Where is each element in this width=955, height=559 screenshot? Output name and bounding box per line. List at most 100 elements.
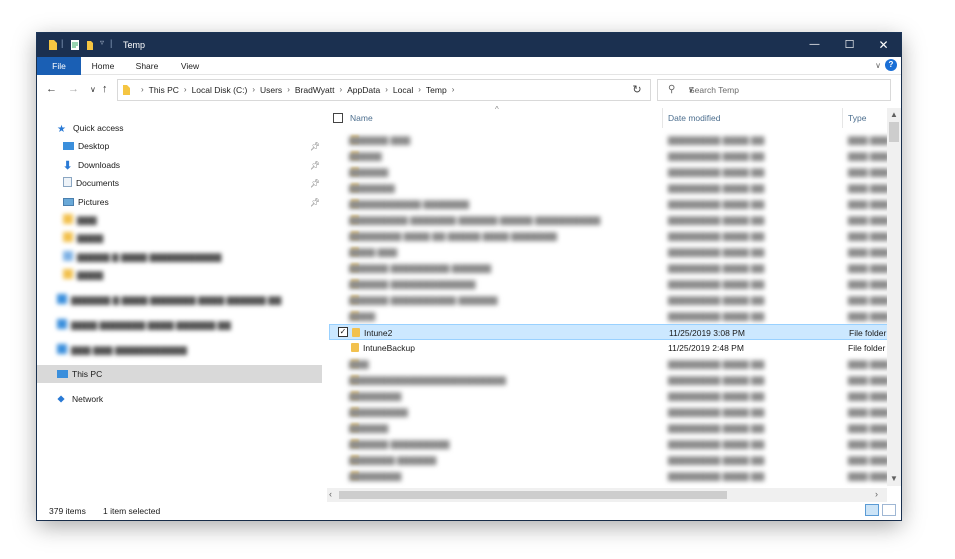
- pictures-icon: [63, 198, 74, 206]
- file-row-obscured[interactable]: ▇▇▇▇▇▇ ▇▇▇▇▇▇▇▇▇▇ ▇▇▇▇▇▇ ▇▇▇▇▇▇▇▇ ▇▇▇▇ ▇▇…: [329, 292, 890, 308]
- file-row-intunebackup[interactable]: IntuneBackup 11/25/2019 2:48 PM File fol…: [329, 340, 889, 356]
- maximize-button[interactable]: ☐: [832, 33, 867, 57]
- breadcrumb-appdata[interactable]: AppData: [347, 85, 380, 95]
- back-arrow-icon[interactable]: ←: [46, 83, 57, 95]
- nav-item-obscured[interactable]: ▇▇▇▇ ▇▇▇▇▇▇▇ ▇▇▇▇ ▇▇▇▇▇▇ ▇▇: [57, 316, 231, 334]
- new-folder-icon[interactable]: [86, 39, 96, 51]
- file-row-obscured[interactable]: ▇▇▇▇▇▇▇ ▇▇▇▇▇▇ ▇▇▇▇▇▇▇▇ ▇▇▇▇ ▇▇ ▇▇▇ ▇▇▇: [329, 452, 890, 468]
- column-divider[interactable]: [662, 108, 663, 128]
- desktop-icon: [63, 142, 74, 150]
- column-header-date-modified[interactable]: Date modified: [668, 108, 720, 128]
- file-row-obscured[interactable]: ▇▇▇▇▇▇▇▇ ▇▇▇▇▇▇▇▇ ▇▇▇▇ ▇▇ ▇▇▇ ▇▇▇: [329, 468, 890, 484]
- file-row-obscured[interactable]: ▇▇▇▇▇ ▇▇▇▇▇▇▇▇ ▇▇▇▇ ▇▇ ▇▇▇ ▇▇▇: [329, 148, 890, 164]
- pin-icon: 📌︎: [310, 198, 321, 207]
- forward-arrow-icon[interactable]: →: [68, 83, 79, 95]
- breadcrumb-this-pc[interactable]: This PC: [149, 85, 179, 95]
- nav-item-obscured[interactable]: ▇▇▇: [63, 211, 97, 229]
- column-divider[interactable]: [842, 108, 843, 128]
- scroll-up-icon[interactable]: ▲: [890, 110, 898, 119]
- breadcrumb-chevron-icon[interactable]: ›: [452, 85, 455, 95]
- help-icon[interactable]: ?: [885, 59, 897, 71]
- file-row-obscured[interactable]: ▇▇▇▇▇▇▇ ▇▇▇▇▇▇▇▇ ▇▇▇▇ ▇▇ ▇▇▇ ▇▇▇: [329, 180, 890, 196]
- row-checkbox[interactable]: ✓: [338, 327, 348, 337]
- tab-file[interactable]: File: [37, 57, 81, 75]
- column-header-type[interactable]: Type: [848, 108, 866, 128]
- nav-this-pc[interactable]: This PC: [37, 365, 322, 383]
- properties-icon[interactable]: [70, 39, 80, 51]
- breadcrumb-local-disk[interactable]: Local Disk (C:): [192, 85, 248, 95]
- file-type: File folder: [848, 343, 886, 353]
- nav-quick-access[interactable]: ★ Quick access: [57, 119, 124, 137]
- search-placeholder: Search Temp: [689, 85, 739, 95]
- file-row-obscured[interactable]: ▇▇▇▇▇▇▇▇ ▇▇▇▇ ▇▇ ▇▇▇▇▇ ▇▇▇▇ ▇▇▇▇▇▇▇ ▇▇▇▇▇…: [329, 228, 890, 244]
- breadcrumb-user[interactable]: BradWyatt: [295, 85, 335, 95]
- nav-item-obscured[interactable]: ▇▇▇▇▇ ▇ ▇▇▇▇ ▇▇▇▇▇▇▇▇▇▇▇: [63, 248, 221, 266]
- customize-quick-access-icon[interactable]: ▿: [100, 38, 104, 47]
- breadcrumb-users[interactable]: Users: [260, 85, 282, 95]
- nav-item-obscured[interactable]: ▇▇▇▇: [63, 266, 103, 284]
- large-icons-view-icon[interactable]: [882, 504, 896, 516]
- tab-share[interactable]: Share: [129, 57, 165, 75]
- file-row-intune2[interactable]: ✓ Intune2 11/25/2019 3:08 PM File folder: [329, 324, 889, 340]
- nav-pictures[interactable]: Pictures: [63, 193, 109, 211]
- file-type: File folder: [849, 328, 887, 338]
- column-header-name[interactable]: Name: [350, 108, 373, 128]
- nav-desktop[interactable]: Desktop: [63, 137, 109, 155]
- breadcrumb: › This PC › Local Disk (C:) › Users › Br…: [136, 85, 459, 95]
- tab-view[interactable]: View: [173, 57, 207, 75]
- file-row-obscured[interactable]: ▇▇▇▇ ▇▇▇ ▇▇▇▇▇▇▇▇ ▇▇▇▇ ▇▇ ▇▇▇ ▇▇▇: [329, 244, 890, 260]
- scroll-left-icon[interactable]: ‹: [329, 489, 332, 499]
- select-all-checkbox[interactable]: [333, 113, 343, 123]
- search-input[interactable]: ⚲ Search Temp: [657, 79, 891, 101]
- file-name: Intune2: [364, 328, 393, 338]
- breadcrumb-temp[interactable]: Temp: [426, 85, 447, 95]
- file-row-obscured[interactable]: ▇▇▇▇▇▇▇▇▇ ▇▇▇▇▇▇▇ ▇▇▇▇▇▇ ▇▇▇▇▇ ▇▇▇▇▇▇▇▇▇…: [329, 212, 890, 228]
- up-arrow-icon[interactable]: ↑: [102, 83, 108, 95]
- file-row-obscured[interactable]: ▇▇▇▇▇▇ ▇▇▇▇▇▇▇▇ ▇▇▇▇ ▇▇ ▇▇▇ ▇▇▇: [329, 420, 890, 436]
- horizontal-scroll-thumb[interactable]: [339, 491, 727, 499]
- expand-ribbon-icon[interactable]: ∨: [875, 61, 881, 70]
- close-button[interactable]: ✕: [866, 33, 901, 57]
- refresh-icon[interactable]: ↻: [626, 80, 648, 100]
- nav-item-obscured[interactable]: ▇▇▇▇: [63, 229, 103, 247]
- file-row-obscured[interactable]: ▇▇▇▇▇▇ ▇▇▇ ▇▇▇▇▇▇▇▇ ▇▇▇▇ ▇▇ ▇▇▇ ▇▇▇: [329, 132, 890, 148]
- vertical-scroll-thumb[interactable]: [889, 122, 899, 142]
- file-row-obscured[interactable]: ▇▇▇ ▇▇▇▇▇▇▇▇ ▇▇▇▇ ▇▇ ▇▇▇ ▇▇▇: [329, 356, 890, 372]
- ribbon-tabs: File Home Share View ∨ ?: [37, 57, 901, 75]
- file-row-obscured[interactable]: ▇▇▇▇ ▇▇▇▇▇▇▇▇ ▇▇▇▇ ▇▇ ▇▇▇ ▇▇▇: [329, 308, 890, 324]
- download-icon: ⬇: [63, 160, 73, 172]
- file-row-obscured[interactable]: ▇▇▇▇▇▇▇▇ ▇▇▇▇▇▇▇▇ ▇▇▇▇ ▇▇ ▇▇▇ ▇▇▇: [329, 388, 890, 404]
- separator: |: [110, 38, 113, 48]
- folder-icon: [123, 85, 130, 95]
- breadcrumb-chevron-icon[interactable]: ›: [287, 85, 290, 95]
- recent-locations-chevron-icon[interactable]: ∨: [90, 85, 96, 94]
- breadcrumb-chevron-icon[interactable]: ›: [184, 85, 187, 95]
- address-bar[interactable]: › This PC › Local Disk (C:) › Users › Br…: [117, 79, 694, 101]
- breadcrumb-chevron-icon[interactable]: ›: [385, 85, 388, 95]
- minimize-button[interactable]: —: [797, 33, 832, 57]
- tab-home[interactable]: Home: [85, 57, 121, 75]
- breadcrumb-chevron-icon[interactable]: ›: [252, 85, 255, 95]
- nav-item-obscured[interactable]: ▇▇▇ ▇▇▇ ▇▇▇▇▇▇▇▇▇▇▇: [57, 341, 187, 359]
- breadcrumb-chevron-icon[interactable]: ›: [141, 85, 144, 95]
- breadcrumb-chevron-icon[interactable]: ›: [418, 85, 421, 95]
- details-view-icon[interactable]: [865, 504, 879, 516]
- item-count: 379 items: [49, 506, 86, 516]
- vertical-scrollbar[interactable]: ▲ ▼: [887, 108, 901, 486]
- nav-network[interactable]: ⯁ Network: [57, 390, 103, 408]
- file-row-obscured[interactable]: ▇▇▇▇▇▇▇▇▇▇▇ ▇▇▇▇▇▇▇ ▇▇▇▇▇▇▇▇ ▇▇▇▇ ▇▇ ▇▇▇ ▇…: [329, 196, 890, 212]
- nav-downloads[interactable]: ⬇ Downloads: [63, 156, 120, 174]
- file-row-obscured[interactable]: ▇▇▇▇▇▇ ▇▇▇▇▇▇▇▇▇▇▇▇▇ ▇▇▇▇▇▇▇▇ ▇▇▇▇ ▇▇ ▇▇▇ …: [329, 276, 890, 292]
- file-row-obscured[interactable]: ▇▇▇▇▇▇ ▇▇▇▇▇▇▇▇▇ ▇▇▇▇▇▇ ▇▇▇▇▇▇▇▇ ▇▇▇▇ ▇▇ ▇…: [329, 260, 890, 276]
- file-row-obscured[interactable]: ▇▇▇▇▇▇▇▇▇▇▇▇▇▇▇▇▇▇▇▇▇▇▇▇ ▇▇▇▇▇▇▇▇ ▇▇▇▇ ▇▇…: [329, 372, 890, 388]
- nav-item-obscured[interactable]: ▇▇▇▇▇▇ ▇ ▇▇▇▇ ▇▇▇▇▇▇▇ ▇▇▇▇ ▇▇▇▇▇▇ ▇▇: [57, 291, 281, 309]
- file-row-obscured[interactable]: ▇▇▇▇▇▇▇▇▇ ▇▇▇▇▇▇▇▇ ▇▇▇▇ ▇▇ ▇▇▇ ▇▇▇: [329, 404, 890, 420]
- nav-documents[interactable]: Documents: [63, 174, 119, 192]
- breadcrumb-chevron-icon[interactable]: ›: [339, 85, 342, 95]
- scroll-right-icon[interactable]: ›: [875, 489, 878, 499]
- horizontal-scrollbar[interactable]: ‹ ›: [327, 488, 887, 502]
- breadcrumb-local[interactable]: Local: [393, 85, 413, 95]
- scroll-down-icon[interactable]: ▼: [890, 474, 898, 483]
- file-row-obscured[interactable]: ▇▇▇▇▇▇ ▇▇▇▇▇▇▇▇ ▇▇▇▇ ▇▇ ▇▇▇ ▇▇▇: [329, 164, 890, 180]
- file-row-obscured[interactable]: ▇▇▇▇▇▇ ▇▇▇▇▇▇▇▇▇ ▇▇▇▇▇▇▇▇ ▇▇▇▇ ▇▇ ▇▇▇ ▇▇▇: [329, 436, 890, 452]
